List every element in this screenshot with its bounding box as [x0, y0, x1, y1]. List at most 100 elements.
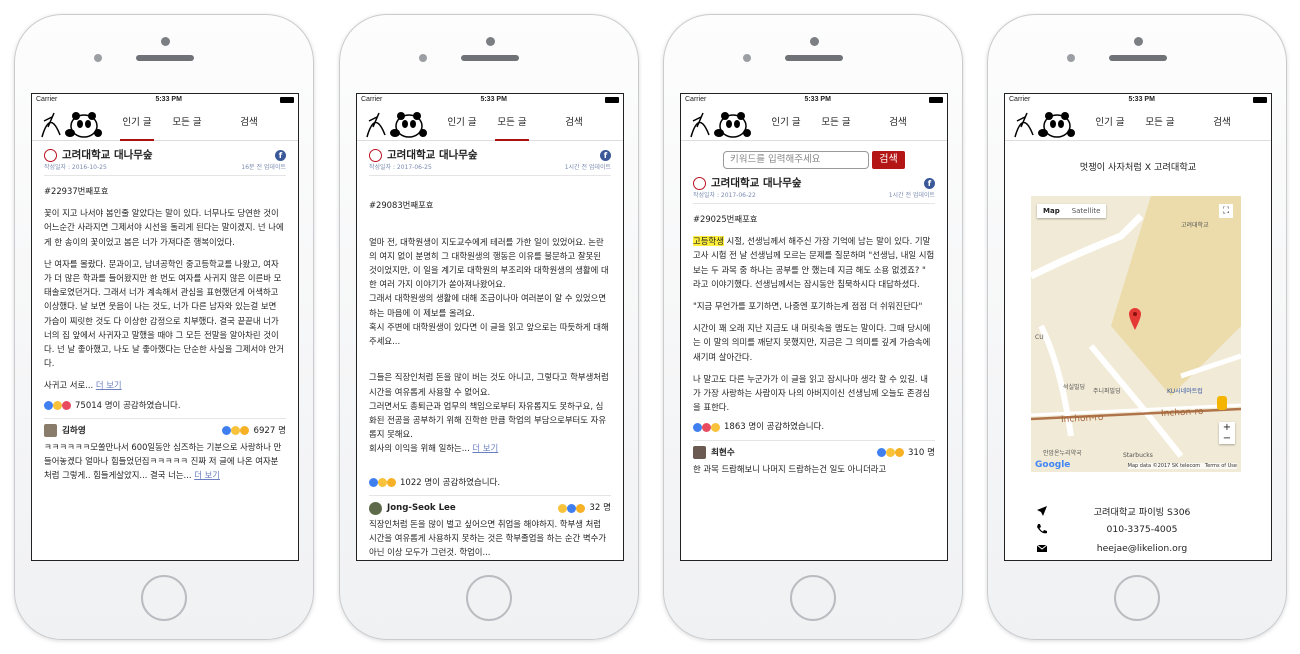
panda-logo-icon[interactable] [689, 107, 751, 139]
tab-search[interactable]: 검색 [224, 105, 274, 141]
post-date: 작성일자 : 2017-06-22 [693, 192, 756, 199]
speaker [136, 55, 194, 61]
read-more-link[interactable]: 더 보기 [194, 470, 220, 480]
comment-header: 김하영 6927 명 [44, 424, 286, 438]
post-date: 작성일자 : 2017-06-25 [369, 164, 432, 171]
status-bar: Carrier 5:33 PM [32, 94, 298, 105]
panda-logo-icon[interactable] [1013, 107, 1075, 139]
clock: 5:33 PM [804, 96, 831, 103]
screen: Carrier 5:33 PM 인기 글 모든 글 검색 키워드를 입력해주세요 … [680, 93, 948, 561]
reaction-count: 1022 명이 공감하였습니다. [400, 477, 501, 488]
panda-logo-icon[interactable] [40, 107, 102, 139]
speaker [785, 55, 843, 61]
tab-all[interactable]: 모든 글 [487, 105, 537, 141]
post-paragraph: "지금 무언가를 포기하면, 나중엔 포기하는게 점점 더 쉬워진단다" [693, 301, 923, 312]
email-row: heejae@likelion.org [1035, 542, 1235, 554]
panda-logo-icon[interactable] [365, 107, 427, 139]
read-more-link[interactable]: 더 보기 [96, 380, 122, 390]
haha-icon [53, 401, 62, 411]
love-icon [62, 401, 71, 411]
haha-icon [558, 503, 568, 513]
tab-all[interactable]: 모든 글 [1135, 105, 1185, 141]
avatar [693, 446, 706, 460]
home-button[interactable] [466, 575, 512, 621]
tab-search[interactable]: 검색 [873, 105, 923, 141]
zoom-out-button[interactable]: − [1219, 433, 1235, 444]
page-name: 고려대학교 대나무숲 [711, 176, 802, 189]
navbar: 인기 글 모든 글 검색 [357, 105, 623, 141]
address-row: 고려대학교 파이빙 S306 [1035, 504, 1235, 518]
tab-popular[interactable]: 인기 글 [437, 105, 487, 141]
avatar [369, 501, 382, 515]
carrier: Carrier [1009, 96, 1031, 103]
tab-popular[interactable]: 인기 글 [1085, 105, 1135, 141]
post-paragraph: 난 여자를 몰랐다. 문과이고, 남녀공학인 중고등학교를 나왔고, 여자가 더… [44, 258, 284, 369]
reaction-count: 1863 명이 공감하였습니다. [724, 422, 825, 433]
phone-icon [1037, 524, 1047, 534]
facebook-icon[interactable]: f [924, 177, 935, 189]
address: 고려대학교 파이빙 S306 [1093, 507, 1191, 518]
carrier: Carrier [36, 96, 58, 103]
search-highlight: 고등학생 [693, 236, 724, 247]
search-button[interactable]: 검색 [872, 151, 905, 169]
phone-frame-4: Carrier 5:33 PM 인기 글 모든 글 검색 멋쟁이 사자처럼 X 고… [987, 14, 1287, 640]
tab-search[interactable]: 검색 [549, 105, 599, 141]
reaction-summary: 1022 명이 공감하였습니다. [369, 476, 611, 497]
carrier: Carrier [361, 96, 383, 103]
map-label: Starbucks [1123, 452, 1153, 459]
facebook-icon[interactable]: f [275, 149, 286, 161]
search-input[interactable]: 키워드를 입력해주세요 [723, 151, 869, 169]
post-paragraph: 꽃이 지고 나서야 봄인줄 알았다는 말이 있다. 너무나도 당연한 것이 어느… [44, 208, 284, 247]
location-arrow-icon [1037, 506, 1047, 516]
map-label: 고려대학교 [1181, 222, 1209, 229]
pegman-icon[interactable] [1217, 396, 1227, 410]
haha-icon [885, 448, 895, 458]
carrier: Carrier [685, 96, 707, 103]
tab-popular[interactable]: 인기 글 [112, 105, 162, 141]
like-icon [44, 401, 53, 411]
map-label: 안암온누리약국 [1043, 450, 1082, 457]
status-bar: Carrier 5:33 PM [357, 94, 623, 105]
facebook-icon[interactable]: f [600, 149, 611, 161]
korea-univ-seal-icon [44, 148, 57, 162]
status-bar: Carrier 5:33 PM [681, 94, 947, 105]
post-paragraph: 나 말고도 다른 누군가가 이 글을 읽고 잠시나마 생각 할 수 있길. 내가… [693, 373, 931, 413]
phone-number[interactable]: 010-3375-4005 [1049, 524, 1235, 535]
map-canvas [1031, 196, 1241, 472]
map-label: 석실빌딩 [1063, 384, 1086, 391]
tab-all[interactable]: 모든 글 [162, 105, 212, 141]
tab-all[interactable]: 모든 글 [811, 105, 861, 141]
camera [161, 37, 170, 46]
post-updated: 1시간 전 업데이트 [888, 192, 935, 199]
korea-univ-seal-icon [693, 176, 706, 190]
comment-reaction-count: 6927 명 [253, 425, 286, 436]
fullscreen-icon[interactable]: ⛶ [1219, 204, 1233, 218]
haha-icon [378, 478, 387, 488]
zoom-in-button[interactable]: + [1219, 422, 1235, 433]
home-button[interactable] [790, 575, 836, 621]
reaction-summary: 75014 명이 공감하였습니다. [44, 399, 286, 419]
camera [486, 37, 495, 46]
battery-icon [928, 96, 943, 103]
commenter-name: 최현수 [711, 447, 735, 458]
map-label: 주니퍼빌딩 [1093, 388, 1121, 395]
read-more-link[interactable]: 더 보기 [472, 443, 498, 453]
home-button[interactable] [1114, 575, 1160, 621]
contact-title: 멋쟁이 사자처럼 X 고려대학교 [1079, 162, 1197, 173]
like-icon [876, 448, 886, 458]
email-address[interactable]: heejae@likelion.org [1049, 543, 1235, 554]
map-embed[interactable]: Map Satellite ⛶ 고려대학교 KU시네마트럽 주니퍼빌딩 석실빌딩… [1031, 196, 1241, 472]
satellite-button[interactable]: Satellite [1066, 204, 1107, 218]
tab-popular[interactable]: 인기 글 [761, 105, 811, 141]
like-icon [222, 426, 232, 436]
tab-search[interactable]: 검색 [1197, 105, 1247, 141]
search-bar: 키워드를 입력해주세요 검색 [681, 151, 947, 169]
commenter-name: 김하영 [62, 425, 86, 436]
screen: Carrier 5:33 PM 인기 글 모든 글 검색 멋쟁이 사자처럼 X 고… [1004, 93, 1272, 561]
navbar: 인기 글 모든 글 검색 [681, 105, 947, 141]
home-button[interactable] [141, 575, 187, 621]
map-button[interactable]: Map [1037, 204, 1066, 218]
wow-icon [387, 478, 396, 488]
post-card: 고려대학교 대나무숲 f 작성일자 : 2017-06-22 1시간 전 업데이트 … [681, 175, 947, 476]
phone-row: 010-3375-4005 [1035, 523, 1235, 535]
